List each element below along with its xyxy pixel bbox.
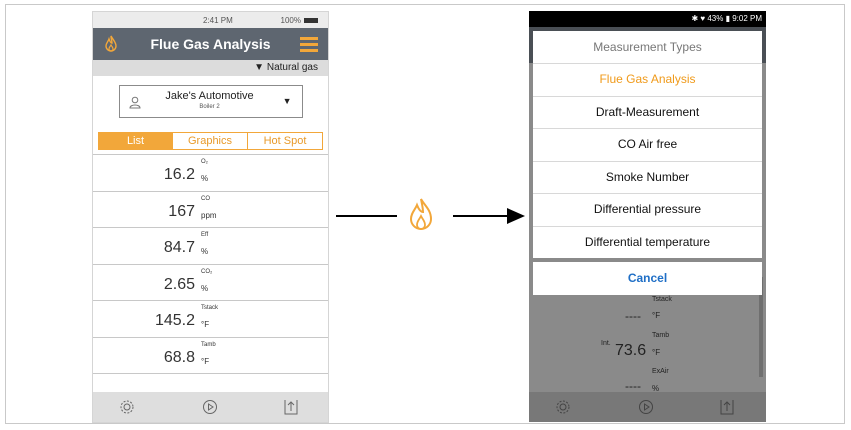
reading-unit: °F [201, 356, 210, 366]
list-item: 84.7 Eff % [93, 228, 328, 265]
reading-value: 68.8 [163, 348, 195, 366]
list-item: 145.2 Tstack °F [93, 301, 328, 338]
status-bar: 2:41 PM 100% [93, 12, 328, 28]
bottom-toolbar [93, 392, 328, 422]
customer-location: Boiler 2 [199, 104, 220, 110]
export-icon[interactable] [719, 399, 735, 415]
menu-item-draft-measurement[interactable]: Draft-Measurement [533, 97, 762, 129]
reading-label: CO [201, 195, 210, 202]
measurement-type-dialog: Measurement Types Flue Gas Analysis Draf… [533, 31, 762, 258]
reading-prefix: Int. [601, 340, 611, 347]
customer-selector[interactable]: Jake's Automotive Boiler 2 ▼ [118, 85, 303, 118]
tab-list[interactable]: List [98, 132, 173, 150]
reading-label: O₂ [201, 159, 208, 165]
right-phone-screen: ✱ ♥ 43% ▮ 9:02 PM Tstack ---- °F Int. Ta… [529, 11, 766, 422]
page-title: Flue Gas Analysis [150, 36, 271, 52]
reading-value: ---- [625, 379, 641, 393]
menu-item-smoke-number[interactable]: Smoke Number [533, 162, 762, 194]
menu-item-differential-temperature[interactable]: Differential temperature [533, 227, 762, 259]
reading-label: Tamb [201, 341, 216, 348]
reading-unit: °F [201, 320, 210, 329]
gear-icon[interactable] [119, 399, 135, 415]
reading-value: 167 [168, 202, 195, 220]
reading-unit: % [201, 283, 209, 293]
play-icon[interactable] [638, 399, 654, 415]
user-icon [128, 96, 141, 109]
menu-item-co-air-free[interactable]: CO Air free [533, 129, 762, 162]
reading-label: CO₂ [201, 268, 213, 275]
menu-item-flue-gas-analysis[interactable]: Flue Gas Analysis [533, 64, 762, 97]
view-tabs: List Graphics Hot Spot [98, 132, 328, 150]
reading-label: Tstack [201, 305, 219, 311]
battery-percent: 100% [280, 16, 301, 25]
status-bar: ✱ ♥ 43% ▮ 9:02 PM [529, 11, 766, 27]
reading-unit: °F [652, 348, 661, 357]
list-item: 167 CO ppm [93, 192, 328, 228]
reading-value: 73.6 [615, 342, 647, 359]
tab-graphics[interactable]: Graphics [173, 132, 248, 150]
reading-value: 2.65 [163, 275, 195, 293]
tab-hot-spot[interactable]: Hot Spot [248, 132, 323, 150]
chevron-down-icon: ▼ [282, 96, 292, 106]
dialog-title: Measurement Types [533, 31, 762, 64]
connector-arrow-line [453, 215, 511, 217]
bottom-toolbar [529, 392, 766, 422]
reading-label: Tstack [652, 296, 672, 303]
menu-item-differential-pressure[interactable]: Differential pressure [533, 194, 762, 227]
reading-label: Tamb [652, 332, 670, 339]
cancel-button[interactable]: Cancel [533, 262, 762, 295]
measurement-list: 16.2 O₂ % 167 CO ppm 84.7 Eff % 2.65 CO₂… [93, 154, 328, 374]
reading-label: ExAir [652, 368, 669, 375]
arrow-right-icon [507, 208, 525, 224]
reading-unit: ppm [201, 210, 217, 220]
battery-icon [304, 18, 318, 24]
reading-label: Eff [201, 232, 209, 238]
hamburger-menu-icon[interactable] [300, 37, 318, 55]
left-phone-screen: 2:41 PM 100% Flue Gas Analysis ▼ Natural… [92, 11, 329, 423]
reading-value: 145.2 [154, 312, 195, 329]
play-icon[interactable] [202, 399, 218, 415]
reading-value: 16.2 [163, 166, 195, 183]
status-time: 2:41 PM [203, 16, 233, 25]
app-header: Flue Gas Analysis [93, 28, 328, 60]
reading-unit: °F [652, 311, 661, 320]
export-icon[interactable] [283, 399, 299, 415]
list-item: 16.2 O₂ % [93, 154, 328, 192]
gear-icon[interactable] [555, 399, 571, 415]
flame-icon [409, 198, 433, 230]
fuel-selector[interactable]: ▼ Natural gas [93, 60, 328, 76]
list-item: 2.65 CO₂ % [93, 265, 328, 301]
reading-unit: % [201, 247, 209, 256]
connector-line [336, 215, 397, 217]
list-item: 68.8 Tamb °F [93, 338, 328, 374]
customer-name: Jake's Automotive [165, 90, 254, 102]
battery-indicator: 100% [281, 16, 318, 25]
reading-value: ---- [625, 309, 641, 323]
reading-unit: % [201, 174, 209, 183]
reading-value: 84.7 [163, 239, 195, 256]
